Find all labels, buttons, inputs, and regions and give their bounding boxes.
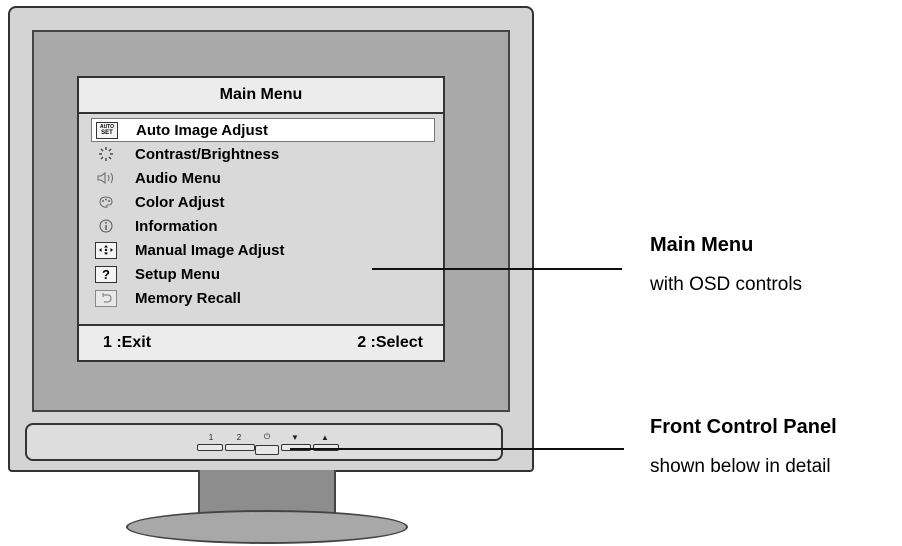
main-menu-callout-subtitle: with OSD controls bbox=[650, 274, 803, 295]
button-2-icon[interactable]: 2 bbox=[233, 431, 245, 443]
power-icon[interactable]: ⏻ bbox=[261, 431, 273, 443]
osd-item-audio-menu[interactable]: Audio Menu bbox=[91, 166, 435, 190]
main-menu-callout-title: Main Menu bbox=[650, 234, 754, 256]
osd-item-auto-image-adjust[interactable]: AUTO SET Auto Image Adjust bbox=[91, 118, 435, 142]
osd-item-setup-menu[interactable]: ? Setup Menu bbox=[91, 262, 435, 286]
up-triangle-icon[interactable]: ▲ bbox=[319, 431, 331, 443]
info-icon bbox=[91, 217, 121, 235]
osd-title: Main Menu bbox=[79, 78, 443, 114]
main-menu-callout-line bbox=[372, 268, 622, 270]
osd-item-information[interactable]: Information bbox=[91, 214, 435, 238]
power-button-bar[interactable] bbox=[255, 445, 279, 455]
monitor-screen: Main Menu AUTO SET Auto Image Adjust Con… bbox=[32, 30, 510, 412]
osd-item-label: Setup Menu bbox=[135, 265, 220, 283]
button-2-bar[interactable] bbox=[225, 444, 255, 451]
auto-set-icon: AUTO SET bbox=[92, 121, 122, 139]
monitor-stand-base bbox=[126, 510, 408, 544]
osd-item-label: Color Adjust bbox=[135, 193, 225, 211]
speaker-icon bbox=[91, 169, 121, 187]
osd-item-manual-image-adjust[interactable]: Manual Image Adjust bbox=[91, 238, 435, 262]
osd-item-label: Audio Menu bbox=[135, 169, 221, 187]
front-panel-callout-line bbox=[290, 448, 624, 450]
button-1-bar[interactable] bbox=[197, 444, 223, 451]
front-panel-callout-subtitle: shown below in detail bbox=[650, 456, 831, 477]
question-icon: ? bbox=[91, 265, 121, 283]
osd-exit-hint: 1 :Exit bbox=[103, 334, 152, 351]
brightness-icon bbox=[91, 145, 121, 163]
osd-item-label: Auto Image Adjust bbox=[136, 121, 268, 139]
osd-select-hint: 2 :Select bbox=[357, 334, 423, 351]
osd-item-label: Information bbox=[135, 217, 218, 235]
osd-item-label: Memory Recall bbox=[135, 289, 241, 307]
monitor-bezel: Main Menu AUTO SET Auto Image Adjust Con… bbox=[8, 6, 534, 472]
osd-menu-list: AUTO SET Auto Image Adjust Contrast/Brig… bbox=[91, 118, 435, 310]
palette-icon bbox=[91, 193, 121, 211]
undo-icon bbox=[91, 289, 121, 307]
osd-item-contrast-brightness[interactable]: Contrast/Brightness bbox=[91, 142, 435, 166]
osd-item-color-adjust[interactable]: Color Adjust bbox=[91, 190, 435, 214]
monitor-stand-neck bbox=[198, 470, 336, 514]
osd-item-label: Manual Image Adjust bbox=[135, 241, 285, 259]
move-arrows-icon bbox=[91, 241, 121, 259]
osd-footer: 1 :Exit 2 :Select bbox=[79, 324, 443, 360]
osd-item-memory-recall[interactable]: Memory Recall bbox=[91, 286, 435, 310]
front-control-panel: 1 2 ⏻ ▼ ▲ bbox=[25, 423, 503, 461]
front-panel-callout-title: Front Control Panel bbox=[650, 416, 837, 438]
osd-item-label: Contrast/Brightness bbox=[135, 145, 280, 163]
osd-main-menu: Main Menu AUTO SET Auto Image Adjust Con… bbox=[77, 76, 445, 362]
button-1-icon[interactable]: 1 bbox=[205, 431, 217, 443]
down-triangle-icon[interactable]: ▼ bbox=[289, 431, 301, 443]
